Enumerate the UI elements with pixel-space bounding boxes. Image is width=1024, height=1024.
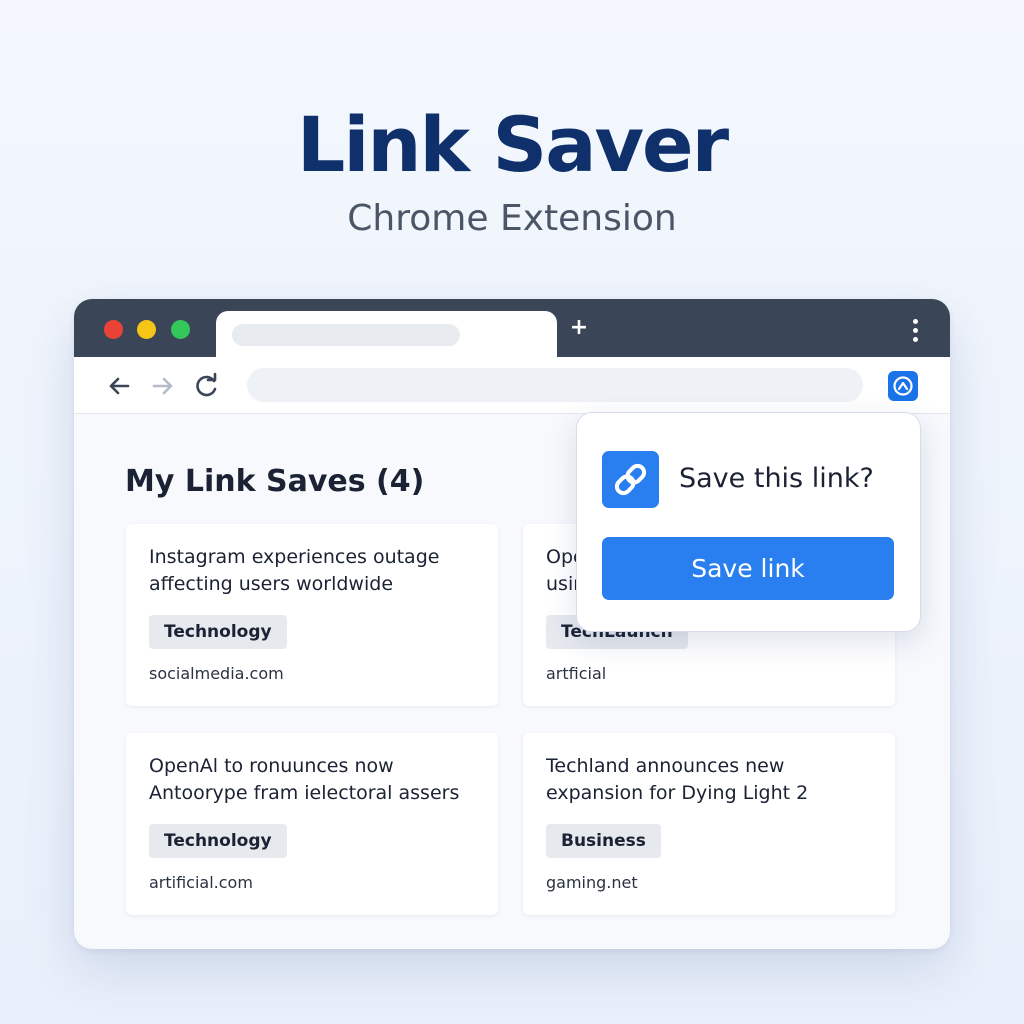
card-domain: socialmedia.com	[149, 664, 284, 683]
card-domain: artficial	[546, 664, 607, 683]
save-link-button[interactable]: Save link	[602, 537, 894, 600]
hero-subtitle: Chrome Extension	[347, 198, 677, 239]
browser-toolbar	[74, 357, 950, 414]
card-tag: Technology	[149, 615, 287, 649]
browser-tab[interactable]	[216, 311, 557, 361]
saved-link-card[interactable]: Techland announces new expansion for Dyi…	[523, 733, 895, 915]
window-maximize-dot[interactable]	[171, 320, 190, 339]
window-minimize-dot[interactable]	[137, 320, 156, 339]
card-tag: Technology	[149, 824, 287, 858]
link-icon	[602, 451, 659, 508]
tab-title-placeholder	[232, 324, 460, 346]
popup-question: Save this link?	[679, 463, 874, 494]
arrow-left-icon[interactable]	[104, 371, 134, 401]
window-close-dot[interactable]	[104, 320, 123, 339]
card-domain: gaming.net	[546, 873, 638, 892]
new-tab-button[interactable]: +	[568, 316, 590, 340]
saved-link-card[interactable]: Instagram experiences outage affecting u…	[126, 524, 498, 706]
arrow-right-icon[interactable]	[148, 371, 178, 401]
card-domain: artificial.com	[149, 873, 253, 892]
reload-icon[interactable]	[192, 371, 222, 401]
address-bar[interactable]	[247, 368, 863, 402]
browser-titlebar: +	[74, 299, 950, 361]
card-title: OpenAl to ronuunces now Antoorype fram i…	[149, 755, 460, 804]
page-title: My Link Saves (4)	[125, 464, 425, 499]
card-title: Techland announces new expansion for Dyi…	[546, 755, 809, 804]
hero-title: Link Saver	[296, 100, 729, 189]
save-link-popup: Save this link? Save link	[576, 412, 921, 632]
saved-link-card[interactable]: OpenAl to ronuunces now Antoorype fram i…	[126, 733, 498, 915]
card-title: Instagram experiences outage affecting u…	[149, 546, 440, 595]
link-saver-extension-icon[interactable]	[888, 371, 918, 401]
kebab-menu-icon[interactable]	[907, 319, 923, 349]
card-tag: Business	[546, 824, 661, 858]
